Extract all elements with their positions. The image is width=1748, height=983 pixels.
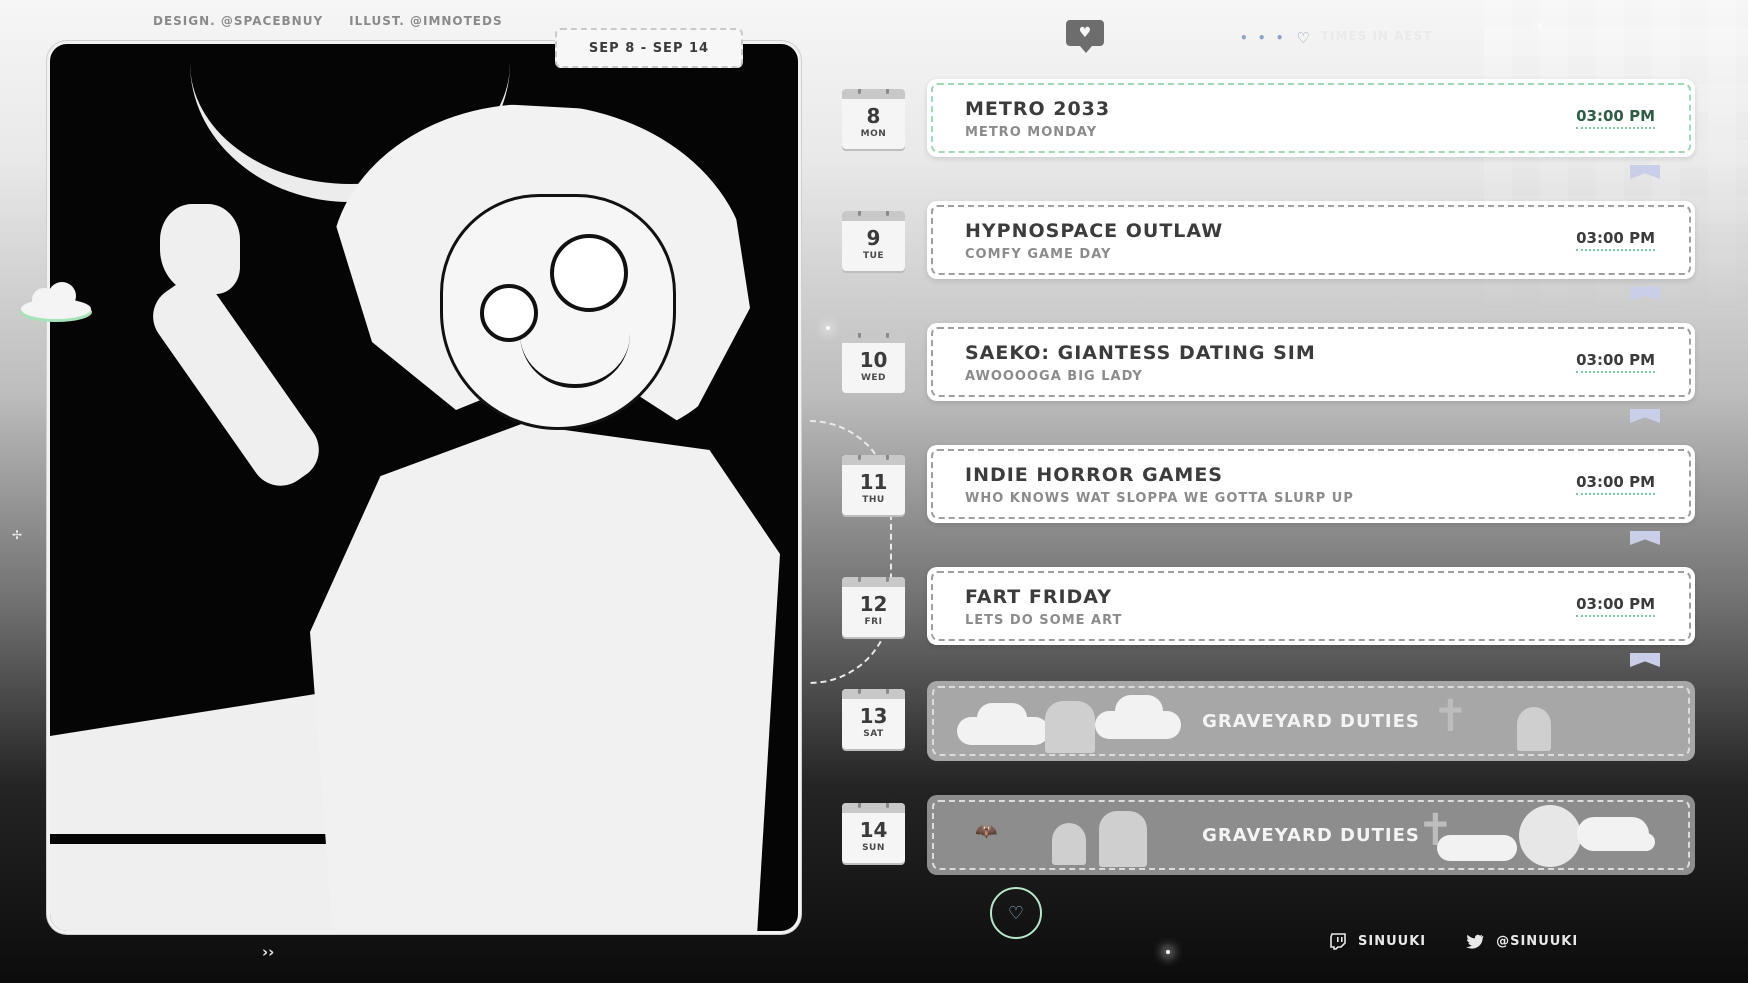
twitch-handle: SINUUKI <box>1358 934 1427 949</box>
design-credit: DESIGN. @SPACEBNUY <box>153 14 324 28</box>
event-subtitle: AWOOOOGA BIG LADY <box>965 369 1143 384</box>
day-card: 14 SUN <box>842 803 905 863</box>
day-of-week: FRI <box>864 617 883 627</box>
date-range-tag: SEP 8 - SEP 14 <box>555 28 743 68</box>
ribbon-decoration <box>1630 409 1660 423</box>
day-card: 8 MON <box>842 89 905 149</box>
event-time: 03:00 PM <box>1576 595 1655 617</box>
day-of-week: WED <box>860 373 887 383</box>
day-of-week: TUE <box>862 251 885 261</box>
event-card[interactable]: HYPNOSPACE OUTLAW COMFY GAME DAY 03:00 P… <box>927 201 1695 279</box>
heart-icon: ♡ <box>1296 29 1311 47</box>
day-of-week: SUN <box>862 843 885 853</box>
illust-credit: ILLUST. @IMNOTEDS <box>349 14 503 28</box>
event-subtitle: WHO KNOWS WAT SLOPPA WE GOTTA SLURP UP <box>965 491 1354 506</box>
day-of-week: MON <box>860 129 887 139</box>
event-title: HYPNOSPACE OUTLAW <box>965 220 1224 242</box>
day-number: 12 <box>859 592 888 616</box>
off-day-card[interactable]: 🦇 ✝ GRAVEYARD DUTIES <box>927 795 1695 875</box>
twitch-icon <box>1330 933 1346 950</box>
ribbon-decoration <box>1630 531 1660 545</box>
sparkle-icon <box>826 326 830 330</box>
event-card[interactable]: SAEKO: GIANTESS DATING SIM AWOOOOGA BIG … <box>927 323 1695 401</box>
event-subtitle: LETS DO SOME ART <box>965 613 1123 628</box>
art-hand <box>160 204 240 294</box>
event-title: INDIE HORROR GAMES <box>965 464 1223 486</box>
day-card: 11 THU <box>842 455 905 515</box>
day-number: 8 <box>866 104 881 128</box>
off-day-card[interactable]: ✝ GRAVEYARD DUTIES <box>927 681 1695 761</box>
heart-icon: ♡ <box>1007 902 1025 924</box>
sparkle-icon: ✢ <box>12 528 23 542</box>
day-card: 12 FRI <box>842 577 905 637</box>
event-subtitle: COMFY GAME DAY <box>965 247 1112 262</box>
event-time: 03:00 PM <box>1576 351 1655 373</box>
art-face <box>440 194 676 430</box>
event-title: FART FRIDAY <box>965 586 1112 608</box>
art-body <box>310 424 780 931</box>
day-card: 10 WED <box>842 333 905 393</box>
day-number: 13 <box>859 704 888 728</box>
social-links: SINUUKI @SINUUKI <box>1330 933 1578 950</box>
event-card[interactable]: FART FRIDAY LETS DO SOME ART 03:00 PM <box>927 567 1695 645</box>
off-day-label: GRAVEYARD DUTIES <box>1202 711 1420 732</box>
off-day-label: GRAVEYARD DUTIES <box>1202 825 1420 846</box>
twitch-link[interactable]: SINUUKI <box>1330 933 1426 950</box>
event-time: 03:00 PM <box>1576 473 1655 495</box>
day-number: 10 <box>859 348 888 372</box>
art-eye <box>550 234 628 312</box>
sparkle-icon <box>1166 950 1170 954</box>
day-of-week: THU <box>862 495 885 505</box>
credits: DESIGN. @SPACEBNUY ILLUST. @IMNOTEDS <box>153 14 503 28</box>
day-of-week: SAT <box>863 729 884 739</box>
illustration-panel <box>47 41 801 934</box>
day-card: 9 TUE <box>842 211 905 271</box>
event-subtitle: METRO MONDAY <box>965 125 1098 140</box>
timezone-label: TIMES IN AEST <box>1320 29 1433 47</box>
twitter-handle: @SINUUKI <box>1496 934 1579 949</box>
event-card[interactable]: INDIE HORROR GAMES WHO KNOWS WAT SLOPPA … <box>927 445 1695 523</box>
timezone-note: • • • ♡ TIMES IN AEST <box>1240 29 1433 47</box>
dots-decoration: • • • <box>1240 31 1287 45</box>
heart-button[interactable]: ♡ <box>990 887 1042 939</box>
ribbon-decoration <box>1630 653 1660 667</box>
day-number: 14 <box>859 818 888 842</box>
event-title: SAEKO: GIANTESS DATING SIM <box>965 342 1316 364</box>
day-card: 13 SAT <box>842 689 905 749</box>
checker-pattern <box>1484 0 1748 330</box>
event-card[interactable]: METRO 2033 METRO MONDAY 03:00 PM <box>927 79 1695 157</box>
twitter-icon <box>1466 934 1484 949</box>
cloud-icon <box>20 282 92 322</box>
message-heart-icon: ♥ <box>1066 20 1104 53</box>
next-arrows[interactable]: ›› <box>262 943 274 961</box>
day-number: 9 <box>866 226 881 250</box>
event-time: 03:00 PM <box>1576 229 1655 251</box>
art-arm <box>141 268 331 498</box>
event-title: METRO 2033 <box>965 98 1111 120</box>
sparkle-icon <box>1538 24 1541 27</box>
event-time: 03:00 PM <box>1576 107 1655 129</box>
twitter-link[interactable]: @SINUUKI <box>1466 933 1578 950</box>
day-number: 11 <box>859 470 888 494</box>
